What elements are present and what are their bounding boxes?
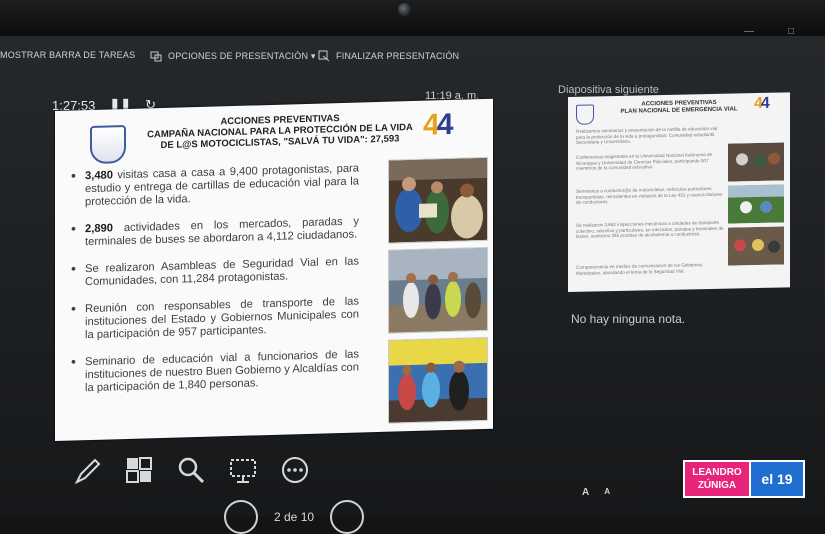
presenter-toolbar: MOSTRAR BARRA DE TAREAS OPCIONES DE PRES…	[0, 40, 825, 70]
44-anniversary-logo: 44	[423, 107, 451, 142]
photo-house-visit	[388, 156, 488, 244]
bullet-item: Se realizaron Asambleas de Seguridad Via…	[69, 256, 359, 290]
minimize-icon[interactable]: —	[744, 26, 754, 37]
police-shield-logo	[576, 104, 594, 125]
watermark-logo: LEANDRO ZÚNIGA el 19	[683, 460, 805, 498]
slide-title: ACCIONES PREVENTIVAS CAMPAÑA NACIONAL PA…	[147, 113, 413, 152]
slide-bullets: 3,480 visitas casa a casa a 9,400 protag…	[69, 163, 359, 410]
slide-navigation: 2 de 10	[224, 500, 365, 534]
photographer-credit: LEANDRO ZÚNIGA	[683, 460, 751, 498]
el19-logo: el 19	[751, 460, 805, 498]
options-icon	[150, 51, 162, 62]
next-slide-text: Realizamos seminarios y presentación de …	[576, 125, 718, 146]
page-indicator: 2 de 10	[274, 510, 315, 524]
all-slides-icon[interactable]	[124, 455, 154, 485]
current-slide: ACCIONES PREVENTIVAS CAMPAÑA NACIONAL PA…	[55, 98, 493, 441]
next-slide-button[interactable]	[330, 500, 365, 534]
next-slide-photo	[728, 184, 784, 224]
bullet-item: Seminario de educación vial a funcionari…	[69, 349, 359, 396]
photo-market	[388, 246, 488, 334]
next-slide-title: ACCIONES PREVENTIVAS PLAN NACIONAL DE EM…	[620, 99, 738, 115]
next-slide-thumbnail[interactable]: ACCIONES PREVENTIVAS PLAN NACIONAL DE EM…	[568, 92, 790, 292]
decrease-font-button[interactable]: A	[604, 487, 610, 498]
show-taskbar-button[interactable]: MOSTRAR BARRA DE TAREAS	[0, 50, 135, 60]
laptop-bezel	[0, 0, 825, 36]
next-slide-text: Conferencias magistrales en la Universid…	[576, 151, 713, 172]
next-slide-text: Comparecencia en medios de comunicación …	[576, 262, 703, 276]
44-anniversary-logo: 44	[754, 94, 768, 113]
end-show-icon	[318, 50, 330, 62]
end-presentation-label: FINALIZAR PRESENTACIÓN	[336, 51, 460, 61]
slide-tools	[72, 455, 310, 485]
bullet-item: 3,480 visitas casa a casa a 9,400 protag…	[69, 163, 359, 210]
speaker-notes: No hay ninguna nota.	[571, 312, 686, 326]
next-slide-text: Seminarios a conductor@s de motocicletas…	[576, 185, 723, 206]
presentation-options-button[interactable]: OPCIONES DE PRESENTACIÓN ▾	[150, 50, 316, 62]
increase-font-button[interactable]: A	[582, 487, 589, 498]
end-presentation-button[interactable]: FINALIZAR PRESENTACIÓN	[318, 50, 459, 62]
black-screen-icon[interactable]	[228, 455, 258, 485]
presentation-options-label: OPCIONES DE PRESENTACIÓN ▾	[168, 50, 316, 61]
next-slide-label: Diapositiva siguiente	[558, 84, 659, 96]
next-slide-photo	[728, 142, 784, 182]
next-slide-text: Se realizaron 3,662 inspecciones mecánic…	[576, 219, 724, 240]
maximize-icon[interactable]: □	[788, 26, 794, 37]
previous-slide-button[interactable]	[224, 500, 258, 534]
notes-font-controls: A A	[582, 487, 610, 498]
more-options-icon[interactable]	[280, 455, 310, 485]
pen-icon[interactable]	[72, 455, 102, 485]
next-slide-photo	[728, 226, 784, 266]
photo-community	[388, 336, 488, 424]
bullet-item: Reunión con responsables de transporte d…	[69, 296, 359, 343]
webcam	[398, 3, 411, 16]
bullet-item: 2,890 actividades en los mercados, parad…	[69, 216, 359, 250]
show-taskbar-label: MOSTRAR BARRA DE TAREAS	[0, 50, 136, 60]
zoom-icon[interactable]	[176, 455, 206, 485]
